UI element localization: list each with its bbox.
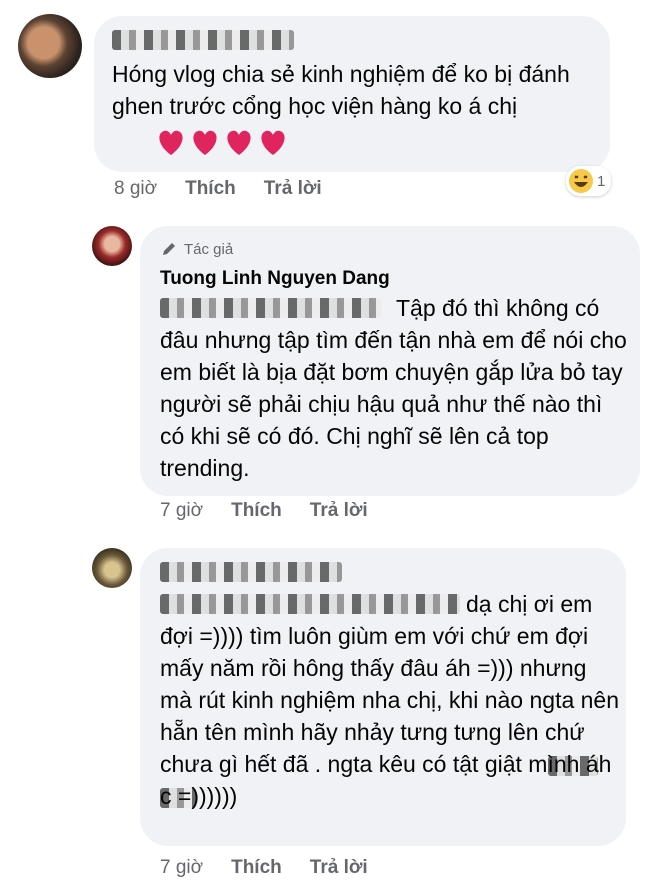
heart-icon <box>227 130 251 155</box>
blurred-replier-name[interactable] <box>160 562 342 582</box>
comment-text: Hóng vlog chia sẻ kinh nghiệm để ko bị đ… <box>112 61 570 119</box>
comment-time[interactable]: 8 giờ <box>114 178 157 200</box>
author-name[interactable]: Tuong Linh Nguyen Dang <box>160 268 390 290</box>
blurred-commenter-name[interactable] <box>112 30 294 50</box>
reply-text: Tập đó thì không có đâu nhưng tập tìm đế… <box>160 295 627 481</box>
reaction-count: 1 <box>597 172 606 190</box>
reaction-badge[interactable]: 1 <box>566 166 612 196</box>
reply-actions: 7 giờ Thích Trả lời <box>160 857 396 879</box>
commenter-avatar[interactable] <box>18 14 82 78</box>
reply-button[interactable]: Trả lời <box>264 178 322 200</box>
laughing-emoji-icon <box>569 169 593 193</box>
like-button[interactable]: Thích <box>231 857 282 879</box>
reply-text: dạ chị ơi em đợi =)))) tìm luôn giùm em … <box>160 591 620 809</box>
like-button[interactable]: Thích <box>231 500 282 522</box>
heart-icon <box>261 130 285 155</box>
replier-avatar[interactable] <box>92 548 132 588</box>
reply-time[interactable]: 7 giờ <box>160 857 203 879</box>
like-button[interactable]: Thích <box>185 178 236 200</box>
author-badge: Tác giả <box>160 240 233 258</box>
heart-emojis <box>155 127 289 157</box>
heart-icon <box>159 130 183 155</box>
author-badge-label: Tác giả <box>184 240 234 258</box>
author-avatar[interactable] <box>92 226 132 266</box>
heart-icon <box>193 130 217 155</box>
comment-actions: 8 giờ Thích Trả lời <box>114 178 350 200</box>
reply-time[interactable]: 7 giờ <box>160 500 203 522</box>
reply-actions: 7 giờ Thích Trả lời <box>160 500 396 522</box>
reply-button[interactable]: Trả lời <box>310 500 368 522</box>
pencil-icon <box>163 243 175 255</box>
reply-button[interactable]: Trả lời <box>310 857 368 879</box>
